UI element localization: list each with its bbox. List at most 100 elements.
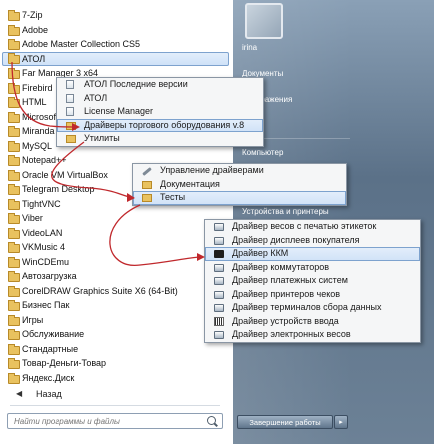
- back-button[interactable]: ◀ Назад: [0, 387, 233, 401]
- doc-icon: [66, 93, 74, 103]
- menu-item[interactable]: Утилиты: [57, 132, 263, 146]
- folder-icon: [8, 300, 20, 311]
- menu-item-label: Утилиты: [84, 133, 120, 143]
- device-icon: [214, 223, 224, 231]
- menu-item[interactable]: Драйвер платежных систем: [205, 274, 420, 288]
- program-folder-label: VideoLAN: [22, 227, 63, 238]
- program-folder-item[interactable]: Стандартные: [0, 342, 233, 357]
- menu-item[interactable]: Драйвер дисплеев покупателя: [205, 234, 420, 248]
- folder-icon: [8, 198, 20, 210]
- menu-item-label: Драйвер платежных систем: [232, 275, 348, 285]
- program-folder-label: Miranda: [22, 126, 55, 136]
- menu-item-label: Тесты: [160, 192, 186, 202]
- folder-icon: [8, 10, 20, 21]
- program-folder-item[interactable]: Яндекс.Диск: [0, 371, 233, 386]
- back-label: Назад: [36, 389, 62, 399]
- search-box[interactable]: [7, 413, 223, 429]
- menu-item[interactable]: АТОЛ Последние версии: [57, 78, 263, 92]
- device-icon: [214, 263, 224, 272]
- program-folder-label: Viber: [22, 213, 43, 223]
- tests-submenu: Драйвер весов с печатью этикеток Драйвер …: [204, 219, 421, 343]
- menu-item-label: Документация: [160, 178, 220, 189]
- program-folder-label: Яндекс.Диск: [22, 372, 75, 383]
- menu-item-label: Драйвер коммутаторов: [232, 261, 329, 272]
- search-input[interactable]: [8, 414, 194, 428]
- program-folder-label: Бизнес Пак: [22, 300, 70, 310]
- program-folder-item[interactable]: Товар-Деньги-Товар: [0, 356, 233, 371]
- menu-item[interactable]: Драйвер устройств ввода: [205, 315, 420, 329]
- menu-item[interactable]: Драйвер терминалов сбора данных: [205, 301, 420, 315]
- folder-icon: [8, 52, 20, 64]
- program-folder-label: HTML: [22, 97, 47, 107]
- folder-icon: [8, 68, 20, 79]
- menu-item[interactable]: Драйвер принтеров чеков: [205, 288, 420, 302]
- program-folder-item[interactable]: Игры: [0, 313, 233, 328]
- program-folder-label: WinCDEmu: [22, 256, 70, 267]
- folder-icon: [8, 242, 20, 253]
- kkm-icon: [214, 250, 224, 258]
- folder-icon: [8, 97, 20, 108]
- menu-item-label: Драйвер весов с печатью этикеток: [232, 221, 377, 231]
- folder-icon: [8, 329, 20, 340]
- program-folder-label: Adobe Master Collection CS5: [22, 39, 141, 49]
- menu-item[interactable]: Документация: [133, 178, 346, 192]
- menu-item-label: АТОЛ: [84, 92, 108, 103]
- program-folder-item[interactable]: CorelDRAW Graphics Suite X6 (64-Bit): [0, 284, 233, 299]
- program-folder-label: VKMusic 4: [22, 242, 66, 252]
- user-avatar[interactable]: [245, 3, 283, 39]
- atol-submenu: АТОЛ Последние версии АТОЛ License Manager…: [56, 77, 264, 147]
- menu-item-label: Драйвер терминалов сбора данных: [232, 302, 382, 312]
- menu-item[interactable]: АТОЛ: [57, 92, 263, 106]
- program-folder-item[interactable]: 7-Zip: [0, 8, 233, 23]
- doc-icon: [66, 80, 74, 89]
- wrench-icon: [142, 167, 152, 176]
- menu-item-label: Драйвер устройств ввода: [232, 315, 339, 326]
- folder-icon: [8, 227, 20, 239]
- program-folder-label: Обслуживание: [22, 329, 85, 339]
- search-icon[interactable]: [207, 416, 216, 425]
- program-folder-item[interactable]: VideoLAN: [0, 226, 233, 241]
- menu-item[interactable]: Драйвер весов с печатью этикеток: [205, 220, 420, 234]
- program-folder-item[interactable]: VKMusic 4: [0, 240, 233, 255]
- device-icon: [214, 277, 224, 285]
- devices-link[interactable]: Устройства и принтеры: [242, 207, 329, 216]
- device-icon: [214, 236, 224, 245]
- folder-icon: [8, 285, 20, 297]
- shutdown-button[interactable]: Завершение работы: [237, 415, 333, 429]
- menu-item[interactable]: Тесты: [133, 191, 346, 205]
- program-folder-label: TightVNC: [22, 198, 61, 209]
- folder-icon: [8, 358, 20, 369]
- program-folder-item[interactable]: Adobe: [0, 23, 233, 38]
- computer-link[interactable]: Компьютер: [242, 148, 283, 157]
- program-folder-item[interactable]: Viber: [0, 211, 233, 226]
- program-folder-label: АТОЛ: [22, 53, 46, 64]
- program-folder-label: MySQL: [22, 140, 53, 151]
- program-folder-label: Telegram Desktop: [22, 184, 95, 194]
- folder-icon: [142, 194, 152, 202]
- menu-item[interactable]: Драйвер ККМ: [205, 247, 420, 261]
- menu-item[interactable]: Драйверы торгового оборудования v.8: [57, 118, 263, 132]
- user-name-link[interactable]: irina: [242, 43, 257, 52]
- menu-item-label: Драйвер принтеров чеков: [232, 288, 341, 299]
- menu-item-label: АТОЛ Последние версии: [84, 79, 188, 89]
- program-folder-item[interactable]: Бизнес Пак: [0, 298, 233, 313]
- folder-icon: [8, 314, 20, 326]
- folder-icon: [8, 82, 20, 94]
- program-folder-item[interactable]: Автозагрузка: [0, 269, 233, 284]
- shutdown-options-button[interactable]: ▸: [334, 415, 348, 429]
- menu-item-label: Управление драйверами: [160, 165, 264, 175]
- menu-item[interactable]: Драйвер коммутаторов: [205, 261, 420, 275]
- divider: [10, 405, 220, 406]
- folder-icon: [8, 155, 20, 166]
- folder-icon: [8, 140, 20, 152]
- program-folder-label: Игры: [22, 314, 44, 325]
- program-folder-item[interactable]: АТОЛ: [2, 51, 229, 66]
- folder-icon: [8, 111, 20, 123]
- menu-item[interactable]: Драйвер электронных весов: [205, 328, 420, 342]
- program-folder-label: Стандартные: [22, 343, 79, 354]
- program-folder-item[interactable]: Обслуживание: [0, 327, 233, 342]
- program-folder-item[interactable]: Adobe Master Collection CS5: [0, 37, 233, 52]
- menu-item[interactable]: License Manager: [57, 105, 263, 119]
- program-folder-item[interactable]: WinCDEmu: [0, 255, 233, 270]
- menu-item[interactable]: Управление драйверами: [133, 164, 346, 178]
